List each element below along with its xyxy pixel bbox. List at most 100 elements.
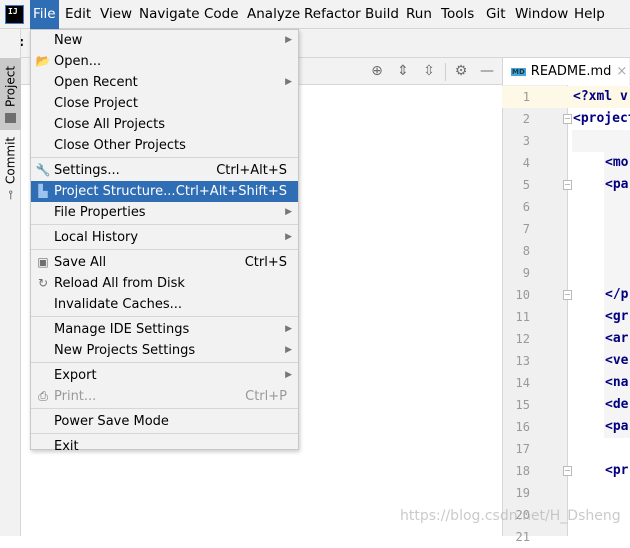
fold-marker-icon[interactable]: − [563,180,572,190]
menu-item-open-recent[interactable]: Open Recent ▶ [31,72,298,93]
line-number: 18 [515,464,530,478]
menu-build[interactable]: Build [362,0,402,29]
watermark: https://blog.csdn.net/H_Dsheng [400,508,621,524]
menu-item-label: Export [54,368,97,383]
menu-item-close-project[interactable]: Close Project [31,93,298,114]
line-number: 13 [515,354,530,368]
code-line[interactable]: </p [605,284,630,306]
code-line[interactable]: <pr [605,460,630,482]
menu-item-export[interactable]: Export ▶ [31,365,298,386]
menu-item-label: Close Other Projects [54,138,186,153]
menu-git[interactable]: Git [483,0,509,29]
submenu-arrow-icon: ▶ [285,232,292,242]
code-line[interactable]: <ve [605,350,630,372]
line-number: 10 [515,288,530,302]
menu-file[interactable]: File [30,0,59,29]
line-number: 5 [522,178,530,192]
menu-item-close-other-projects[interactable]: Close Other Projects [31,135,298,156]
menu-item-label: Manage IDE Settings [54,322,190,337]
expand-all-icon[interactable]: ⇕ [395,63,411,79]
code-line[interactable] [573,438,630,460]
submenu-arrow-icon: ▶ [285,77,292,87]
menu-item-label: Close All Projects [54,117,166,132]
line-number: 8 [522,244,530,258]
menu-item-label: New [54,33,83,48]
project-tool-tab[interactable]: Project [0,58,21,130]
code-line[interactable]: <?xml v [573,86,630,108]
menu-item-label: Open... [54,54,102,69]
code-line[interactable] [573,482,630,504]
menu-window[interactable]: Window [512,0,571,29]
fold-marker-icon[interactable]: − [563,466,572,476]
code-line[interactable]: <mo [605,152,630,174]
wrench-icon: 🔧 [35,163,51,177]
menu-analyze[interactable]: Analyze [244,0,303,29]
line-number: 6 [522,200,530,214]
menu-help[interactable]: Help [571,0,608,29]
project-tab-label: Project [3,65,18,107]
menu-view[interactable]: View [97,0,135,29]
menu-item-new-projects-settings[interactable]: New Projects Settings ▶ [31,340,298,361]
menu-item-local-history[interactable]: Local History ▶ [31,227,298,248]
code-line[interactable] [573,196,630,218]
menu-item-print[interactable]: ⎙ Print... Ctrl+P [31,386,298,407]
code-line[interactable]: <pa [605,416,630,438]
line-number: 3 [522,134,530,148]
minimize-icon[interactable]: — [479,63,495,79]
file-menu: New ▶ 📂 Open... Open Recent ▶ Close Project Clo… [30,29,299,454]
menu-item-power-save-mode[interactable]: Power Save Mode [31,411,298,432]
code-line[interactable]: <project [573,108,630,130]
menu-item-label: File Properties [54,205,146,220]
menu-item-label: Exit [54,439,79,454]
menu-item-save-all[interactable]: ▣ Save All Ctrl+S [31,252,298,273]
code-line[interactable]: <de [605,394,630,416]
code-line[interactable]: <ar [605,328,630,350]
editor-tabs: MD README.md × [502,58,630,85]
menu-edit[interactable]: Edit [62,0,94,29]
fold-marker-icon[interactable]: − [563,290,572,300]
menu-item-close-all-projects[interactable]: Close All Projects [31,114,298,135]
menu-run[interactable]: Run [403,0,435,29]
gear-icon[interactable]: ⚙ [453,63,469,79]
menu-refactor[interactable]: Refactor [301,0,364,29]
menu-item-label: Local History [54,230,139,245]
menu-item-invalidate-caches[interactable]: Invalidate Caches... [31,294,298,315]
code-line[interactable]: <gr [605,306,630,328]
code-line[interactable] [573,240,630,262]
code-line[interactable] [573,526,630,548]
submenu-arrow-icon: ▶ [285,35,292,45]
tab-readme[interactable]: MD README.md × [503,58,629,85]
menu-item-project-structure[interactable]: ▙ Project Structure... Ctrl+Alt+Shift+S [31,181,298,202]
code-line[interactable] [573,262,630,284]
menu-item-reload-all-from-disk[interactable]: ↻ Reload All from Disk [31,273,298,294]
line-number: 17 [515,442,530,456]
code-line[interactable] [573,218,630,240]
code-line[interactable] [573,130,630,152]
menu-item-label: Invalidate Caches... [54,297,183,312]
menu-item-settings[interactable]: 🔧 Settings... Ctrl+Alt+S [31,160,298,181]
submenu-arrow-icon: ▶ [285,324,292,334]
fold-marker-icon[interactable]: − [563,114,572,124]
line-number: 9 [522,266,530,280]
close-icon[interactable]: × [616,64,627,79]
menu-item-new[interactable]: New ▶ [31,30,298,51]
commit-tool-tab[interactable]: ⊸ Commit [0,135,21,201]
menu-tools[interactable]: Tools [438,0,477,29]
code-line[interactable]: <pa [605,174,630,196]
menu-navigate[interactable]: Navigate [136,0,203,29]
menu-item-manage-ide-settings[interactable]: Manage IDE Settings ▶ [31,319,298,340]
collapse-all-icon[interactable]: ⇳ [421,63,437,79]
line-number: 11 [515,310,530,324]
submenu-arrow-icon: ▶ [285,370,292,380]
locate-icon[interactable]: ⊕ [369,63,385,79]
markdown-file-icon: MD [511,67,526,76]
menu-item-label: Open Recent [54,75,138,90]
menu-code[interactable]: Code [201,0,242,29]
menu-item-exit[interactable]: Exit [31,436,298,457]
menu-item-file-properties[interactable]: File Properties ▶ [31,202,298,223]
line-number: 14 [515,376,530,390]
code-line[interactable]: <na [605,372,630,394]
commit-icon: ⊸ [3,189,18,200]
shortcut-label: Ctrl+Alt+S [216,163,287,178]
menu-item-open[interactable]: 📂 Open... [31,51,298,72]
